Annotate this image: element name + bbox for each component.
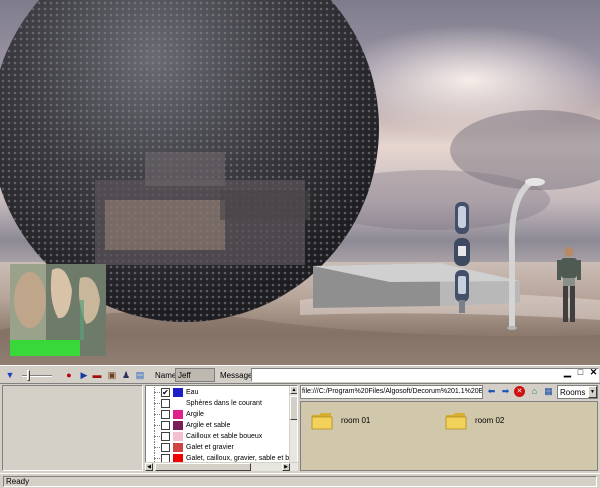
- url-field[interactable]: file:///C:/Program%20Files/Algosoft/Deco…: [300, 385, 483, 399]
- folder-label: room 01: [341, 416, 371, 425]
- 3d-viewport[interactable]: [0, 0, 600, 365]
- status-text: Ready: [3, 476, 597, 487]
- item-label: Eau: [186, 389, 199, 396]
- person-icon[interactable]: ♟: [120, 369, 132, 381]
- toolbar: ▼ ● ▶ ▬ ▣ ♟ ▤ Name: Jeff Message:: [0, 365, 600, 384]
- scroll-right-button[interactable]: ▶: [282, 463, 290, 471]
- message-label: Message:: [220, 371, 255, 380]
- item-label: Galet et gravier: [186, 444, 234, 451]
- rooms-select-value: Rooms: [560, 388, 586, 397]
- color-swatch: [173, 443, 183, 452]
- save-icon[interactable]: ▦: [543, 386, 554, 397]
- chevron-down-icon[interactable]: ▼: [588, 386, 597, 398]
- item-label: Argile: [186, 411, 204, 418]
- briefcase-icon[interactable]: ▣: [106, 369, 118, 381]
- color-swatch: [173, 421, 183, 430]
- material-list: ✔ Eau Sphères dans le courant Argile Arg…: [145, 385, 298, 471]
- folder-icon: [445, 413, 467, 430]
- item-label: Cailloux et sable boueux: [186, 433, 263, 440]
- list-horizontal-scrollbar[interactable]: ◀ ▶: [145, 462, 298, 471]
- list-item[interactable]: Argile et sable: [146, 420, 292, 431]
- list-item[interactable]: Cailloux et sable boueux: [146, 431, 292, 442]
- color-swatch: [173, 388, 183, 397]
- folder-item[interactable]: room 02: [439, 410, 529, 432]
- name-field[interactable]: Jeff: [175, 368, 215, 382]
- color-swatch: [173, 399, 183, 408]
- color-swatch: [173, 432, 183, 441]
- list-item[interactable]: Galet et gravier: [146, 442, 292, 453]
- folder-label: room 02: [475, 416, 505, 425]
- scroll-up-button[interactable]: ▲: [290, 386, 297, 394]
- item-checkbox[interactable]: [161, 443, 170, 452]
- message-input[interactable]: [251, 368, 599, 382]
- list-item[interactable]: ✔ Eau: [146, 387, 292, 398]
- play-icon[interactable]: ▶: [78, 369, 90, 381]
- rooms-select[interactable]: Rooms ▼: [557, 385, 598, 399]
- stop-icon[interactable]: ▬: [91, 369, 103, 381]
- scroll-thumb[interactable]: [290, 396, 297, 420]
- minimize-icon[interactable]: ▁: [562, 367, 573, 379]
- record-icon[interactable]: ●: [63, 369, 75, 381]
- scene-graphic: [0, 0, 600, 365]
- forward-arrow-icon[interactable]: ➡: [500, 386, 511, 397]
- item-checkbox[interactable]: [161, 432, 170, 441]
- triangle-down-icon[interactable]: ▼: [4, 369, 16, 381]
- list-vertical-scrollbar[interactable]: ▲ ▼: [289, 386, 297, 470]
- folder-item[interactable]: room 01: [305, 410, 395, 432]
- properties-panel: [2, 385, 143, 471]
- list-item[interactable]: Argile: [146, 409, 292, 420]
- item-checkbox[interactable]: [161, 399, 170, 408]
- volume-slider-thumb[interactable]: [27, 370, 30, 381]
- item-label: Sphères dans le courant: [186, 400, 262, 407]
- home-icon[interactable]: ⌂: [529, 386, 540, 397]
- item-checkbox[interactable]: [161, 421, 170, 430]
- refresh-icon[interactable]: [141, 367, 153, 379]
- list-item[interactable]: Sphères dans le courant: [146, 398, 292, 409]
- close-icon[interactable]: ✕: [588, 367, 599, 379]
- color-swatch: [173, 410, 183, 419]
- status-bar: Ready: [0, 473, 600, 488]
- stop-sign-icon[interactable]: ✕: [514, 386, 525, 397]
- folder-icon: [311, 413, 333, 430]
- scroll-thumb[interactable]: [155, 463, 251, 471]
- item-label: Argile et sable: [186, 422, 231, 429]
- item-checkbox[interactable]: ✔: [161, 388, 170, 397]
- scroll-left-button[interactable]: ◀: [145, 463, 153, 471]
- back-arrow-icon[interactable]: ⬅: [486, 386, 497, 397]
- room-browser: room 01 room 02: [300, 401, 598, 471]
- maximize-icon[interactable]: □: [575, 367, 586, 379]
- item-checkbox[interactable]: [161, 410, 170, 419]
